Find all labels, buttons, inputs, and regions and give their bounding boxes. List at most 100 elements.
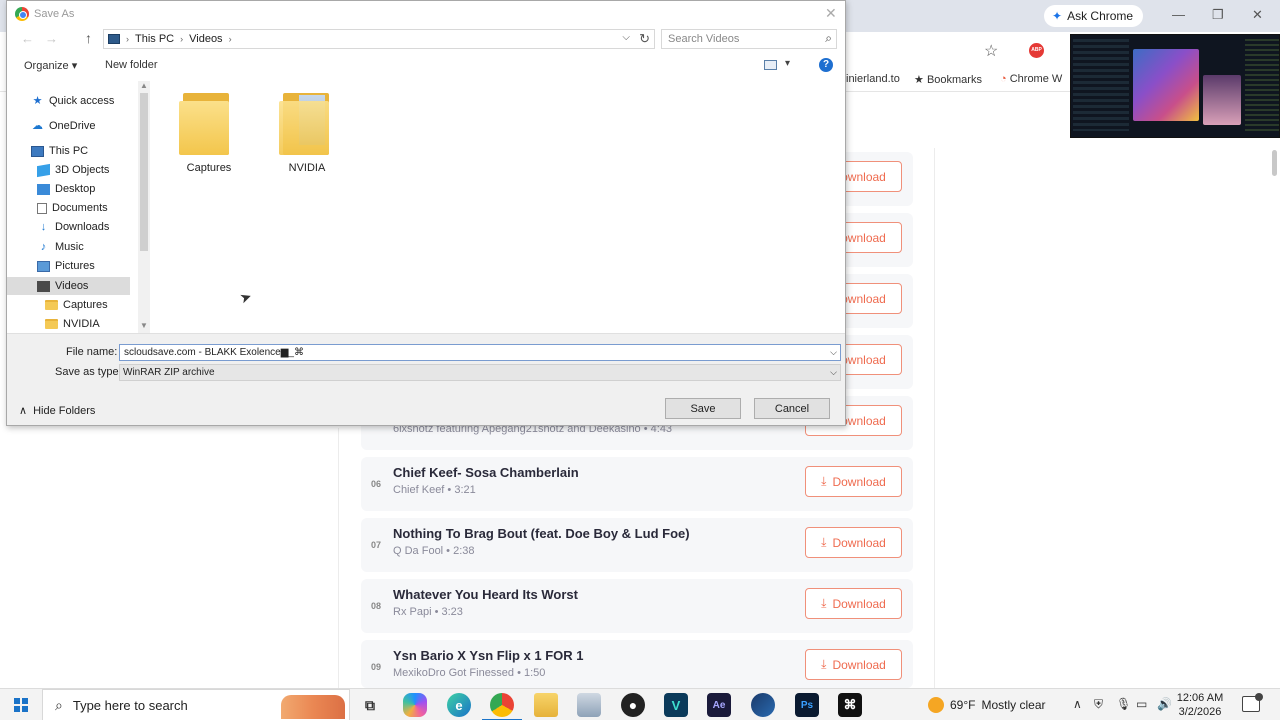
- bookmark-chrome-web-store[interactable]: ◔ Chrome W: [1000, 73, 1062, 85]
- chrome-icon[interactable]: [482, 693, 522, 720]
- dialog-close-button[interactable]: ✕: [825, 5, 837, 22]
- after-effects-icon[interactable]: Ae: [707, 693, 731, 717]
- edge-icon[interactable]: e: [447, 693, 471, 717]
- download-button[interactable]: ⤓ Download: [805, 527, 902, 558]
- chevron-down-icon[interactable]: ⌵: [830, 347, 837, 358]
- minimize-window-button[interactable]: —: [1172, 7, 1185, 22]
- chevron-right-icon: ›: [180, 34, 184, 44]
- capcut-icon[interactable]: ⌘: [838, 693, 862, 717]
- search-icon: ⌕: [825, 31, 832, 45]
- taskbar-search-input[interactable]: ⌕ Type here to search: [42, 689, 350, 720]
- view-options-icon[interactable]: [764, 60, 777, 70]
- copilot-icon[interactable]: [403, 693, 427, 717]
- scrollbar-thumb[interactable]: [140, 93, 148, 251]
- folder-captures-icon[interactable]: [179, 93, 239, 157]
- nav-item-nvidia[interactable]: NVIDIA: [45, 318, 100, 330]
- download-button[interactable]: ⤓ Download: [805, 649, 902, 680]
- page-scrollbar-thumb[interactable]: [1272, 150, 1277, 176]
- network-icon[interactable]: ▭: [1136, 697, 1147, 711]
- nav-item-desktop[interactable]: Desktop: [37, 183, 95, 195]
- back-arrow-icon[interactable]: ←: [21, 31, 34, 46]
- bookmarks-folder[interactable]: ★ Bookmarks: [914, 73, 982, 86]
- chevron-down-icon[interactable]: ⌵: [622, 32, 630, 43]
- nav-item-videos[interactable]: Videos: [7, 277, 130, 295]
- nav-item-onedrive[interactable]: ☁ OneDrive: [31, 120, 95, 132]
- chevron-up-icon[interactable]: ▲: [140, 81, 148, 90]
- dialog-bottom-pane: File name: scloudsave.com - BLAKK Exolen…: [7, 333, 845, 425]
- ask-chrome-label: Ask Chrome: [1067, 9, 1134, 23]
- folder-nvidia-icon[interactable]: [279, 93, 339, 157]
- track-meta: Rx Papi • 3:23: [393, 606, 463, 618]
- download-label: Download: [832, 474, 886, 489]
- cube-icon: [37, 163, 50, 177]
- download-button[interactable]: ⤓ Download: [805, 588, 902, 619]
- ask-chrome-button[interactable]: ✦ Ask Chrome: [1044, 5, 1144, 27]
- weather-condition: Mostly clear: [981, 698, 1046, 712]
- maximize-window-button[interactable]: ❐: [1212, 7, 1224, 23]
- nav-item-downloads[interactable]: ↓ Downloads: [37, 221, 110, 233]
- notification-center-icon[interactable]: [1242, 693, 1263, 712]
- folder-nvidia-label[interactable]: NVIDIA: [267, 162, 347, 174]
- nav-item-documents[interactable]: Documents: [37, 202, 108, 214]
- nav-item-label: Quick access: [49, 95, 115, 107]
- picture-in-picture-stream[interactable]: [1070, 34, 1280, 138]
- file-name-input[interactable]: scloudsave.com - BLAKK Exolence▆_⌘ ⌵: [119, 344, 841, 361]
- weather-widget[interactable]: 69°F Mostly clear: [928, 697, 1046, 713]
- steam-icon[interactable]: [751, 693, 775, 717]
- folder-icon: [45, 300, 58, 310]
- microphone-icon[interactable]: 🎙: [1116, 697, 1131, 711]
- stream-side-panel: [1245, 39, 1279, 131]
- close-window-button[interactable]: ✕: [1252, 7, 1263, 23]
- breadcrumb-this-pc[interactable]: This PC: [135, 33, 174, 45]
- save-as-dialog: Save As ✕ ← → ↑ › This PC › Videos › ⌵ ↻…: [6, 0, 846, 426]
- up-arrow-icon[interactable]: ↑: [85, 30, 92, 46]
- folder-captures-label[interactable]: Captures: [169, 162, 249, 174]
- download-icon: ⤓: [821, 657, 827, 671]
- taskbar-clock[interactable]: 12:06 AM 3/2/2026: [1174, 691, 1226, 719]
- hide-folders-label: Hide Folders: [33, 404, 96, 417]
- new-folder-button[interactable]: New folder: [105, 59, 158, 71]
- nav-item-captures[interactable]: Captures: [45, 299, 108, 311]
- organize-button[interactable]: Organize ▾: [24, 59, 77, 72]
- abp-icon[interactable]: ABP: [1029, 43, 1044, 58]
- volume-icon[interactable]: 🔊: [1157, 697, 1172, 711]
- nav-item-quick-access[interactable]: ★ Quick access: [31, 95, 115, 107]
- nav-item-pictures[interactable]: Pictures: [37, 260, 95, 272]
- chevron-down-icon[interactable]: ▾: [785, 58, 790, 69]
- hide-folders-button[interactable]: ∧ Hide Folders: [19, 404, 96, 418]
- file-explorer-icon[interactable]: [534, 693, 558, 717]
- search-input[interactable]: Search Videos ⌕: [661, 29, 837, 49]
- help-icon[interactable]: ?: [819, 58, 833, 72]
- photoshop-icon[interactable]: Ps: [795, 693, 819, 717]
- refresh-icon[interactable]: ↻: [639, 31, 650, 47]
- address-bar[interactable]: › This PC › Videos › ⌵ ↻: [103, 29, 655, 49]
- nav-item-3d-objects[interactable]: 3D Objects: [37, 163, 109, 177]
- chevron-up-icon[interactable]: ∧: [1073, 697, 1082, 711]
- task-view-icon[interactable]: ⧉: [358, 693, 382, 717]
- photos-icon[interactable]: [577, 693, 601, 717]
- stream-game-area: [1133, 49, 1199, 121]
- track-title: Whatever You Heard Its Worst: [393, 587, 578, 602]
- bookmark-star-icon[interactable]: ☆: [984, 41, 998, 61]
- nav-item-this-pc[interactable]: This PC: [31, 145, 88, 157]
- breadcrumb-videos[interactable]: Videos: [189, 33, 222, 45]
- save-as-type-label: Save as type:: [55, 366, 122, 378]
- windows-start-icon[interactable]: [14, 698, 28, 712]
- save-button[interactable]: Save: [665, 398, 741, 419]
- nav-pane-scrollbar[interactable]: ▲ ▼: [138, 81, 150, 333]
- cancel-button[interactable]: Cancel: [754, 398, 830, 419]
- track-number: 09: [371, 662, 382, 672]
- chevron-down-icon[interactable]: ▼: [140, 321, 148, 330]
- download-label: Download: [832, 657, 886, 672]
- nav-item-music[interactable]: ♪ Music: [37, 241, 84, 253]
- vegas-icon[interactable]: V: [664, 693, 688, 717]
- nav-item-label: OneDrive: [49, 120, 96, 132]
- forward-arrow-icon[interactable]: →: [45, 31, 58, 46]
- download-button[interactable]: ⤓ Download: [805, 466, 902, 497]
- save-as-type-select[interactable]: WinRAR ZIP archive ⌵: [119, 364, 841, 381]
- obs-icon[interactable]: ●: [621, 693, 645, 717]
- file-name-label: File name:: [66, 346, 118, 358]
- chevron-down-icon[interactable]: ⌵: [830, 367, 837, 378]
- bookmark-inierland[interactable]: inierland.to: [846, 73, 900, 85]
- vpn-shield-icon[interactable]: ⛨: [1094, 697, 1103, 712]
